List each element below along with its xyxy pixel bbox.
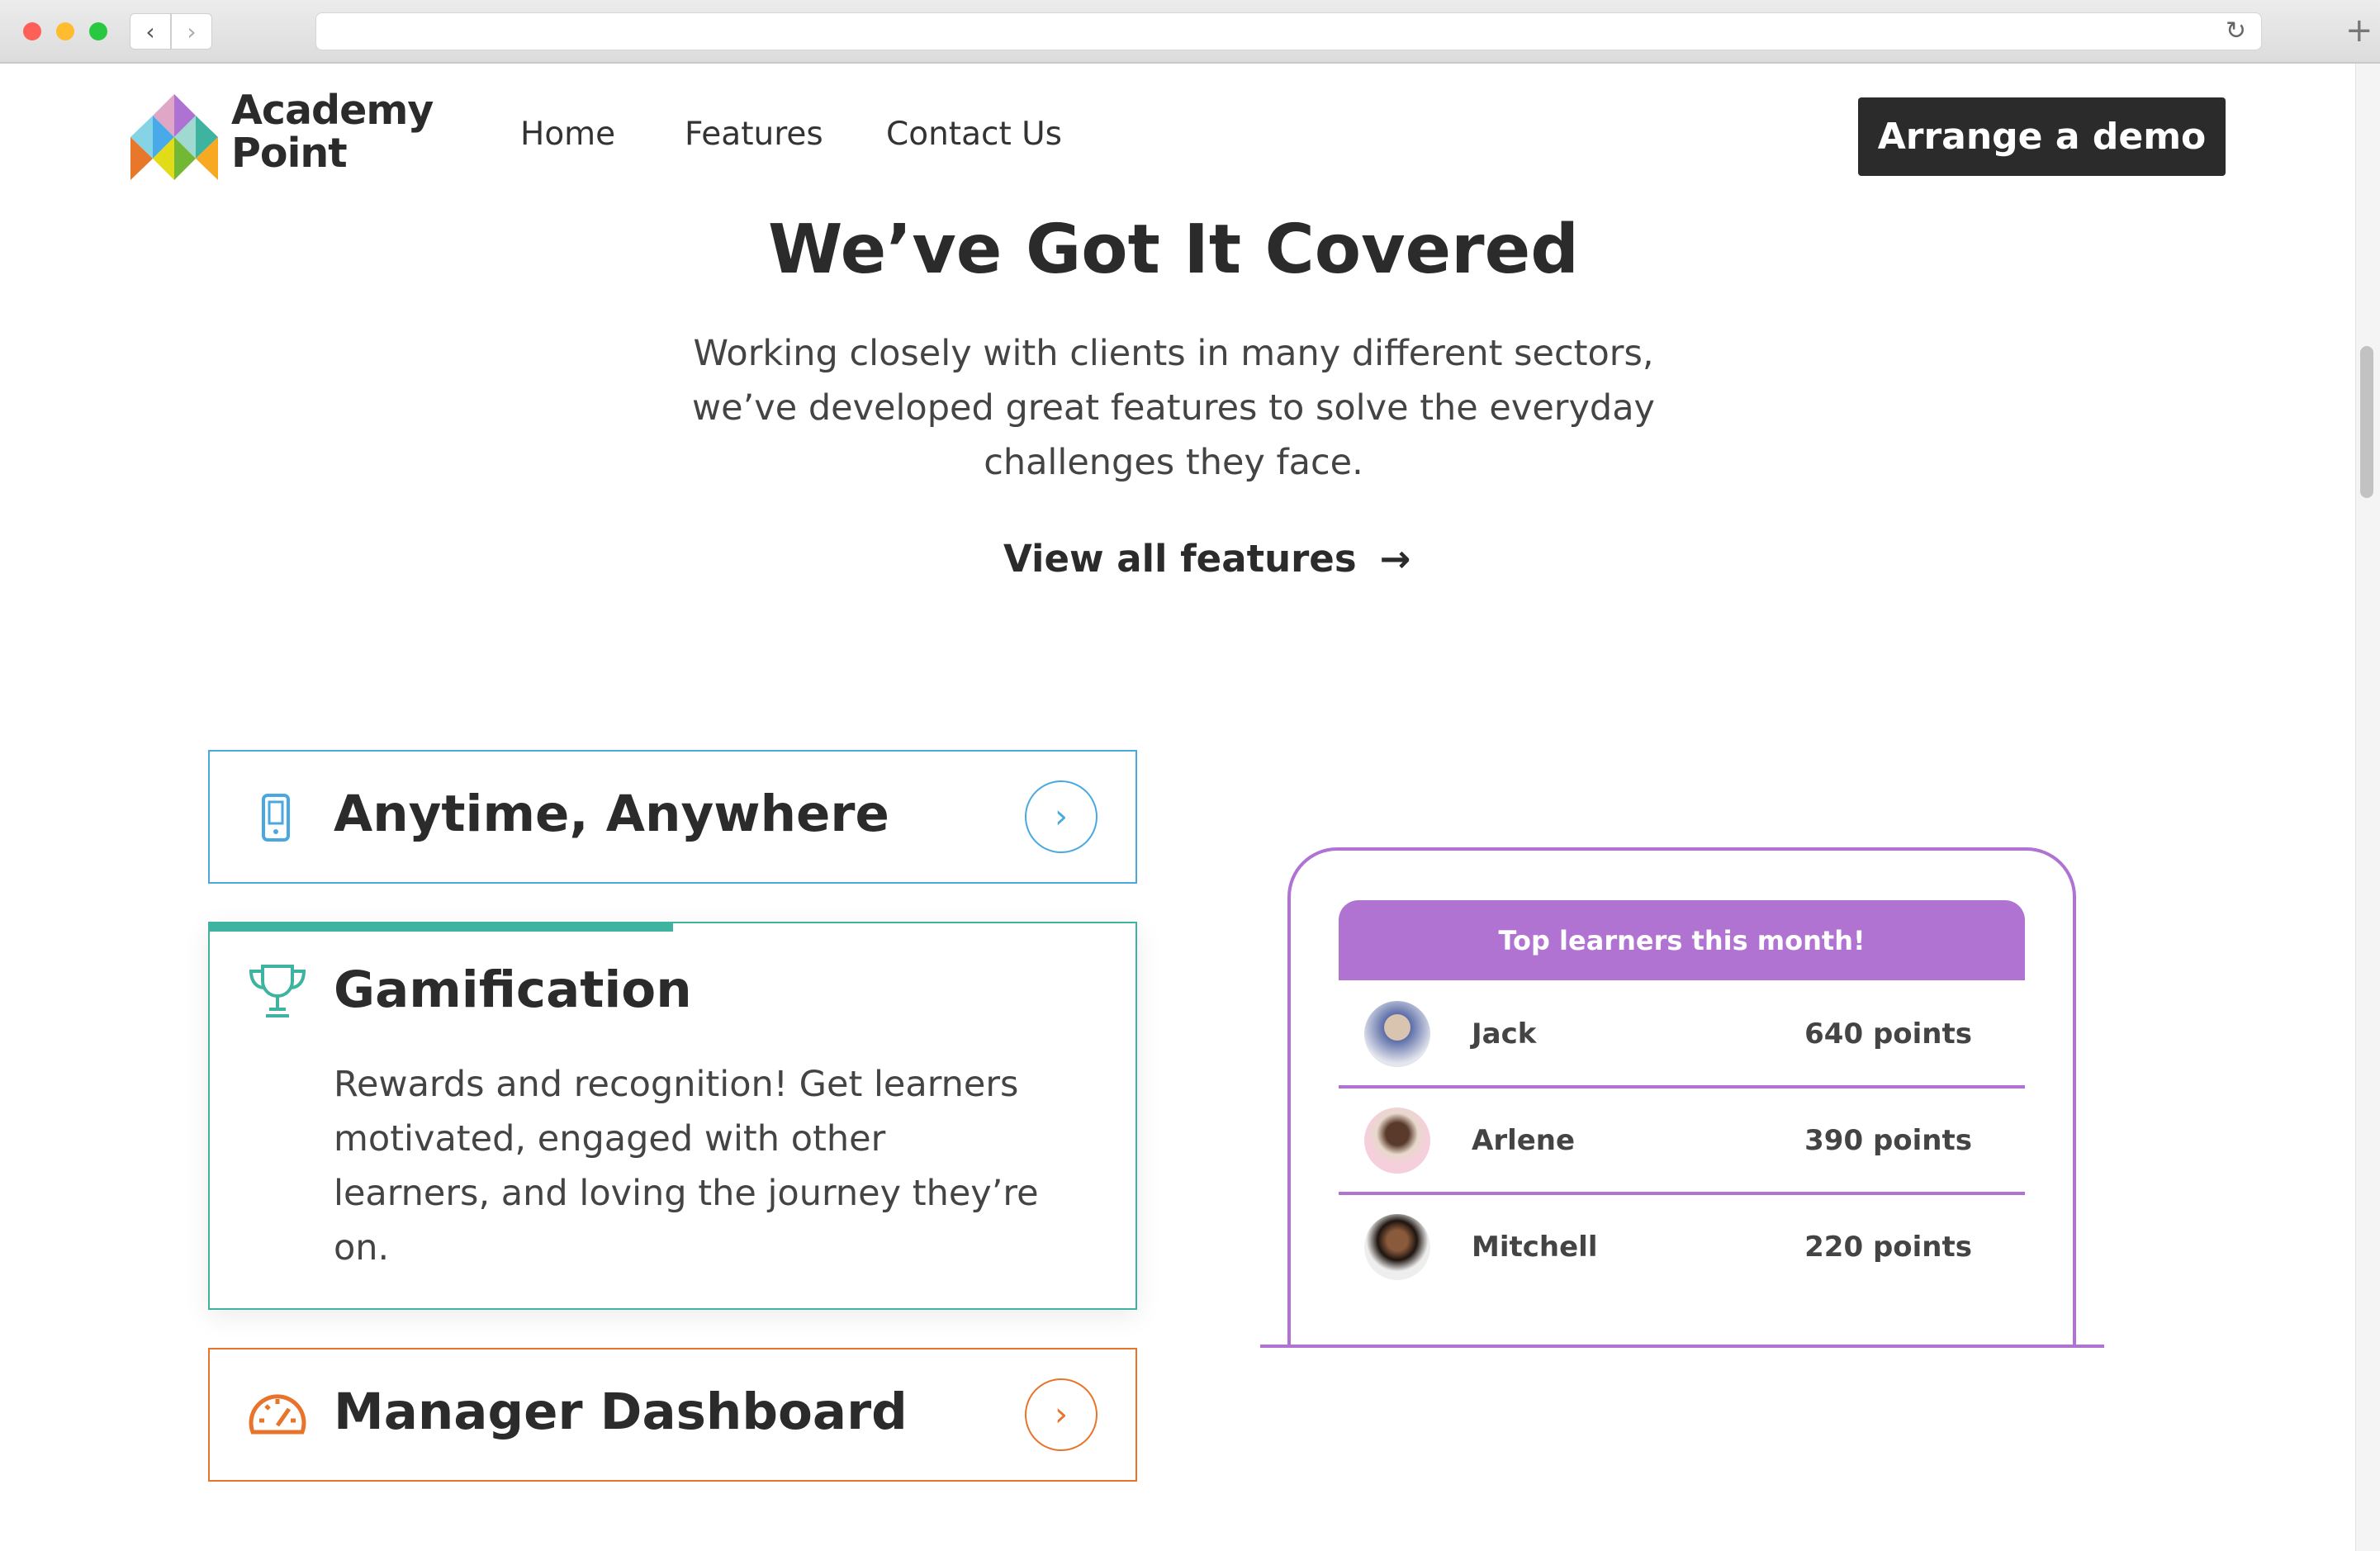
- arrow-right-icon: →: [1380, 537, 1411, 581]
- trophy-icon: [248, 963, 307, 1019]
- back-button[interactable]: ‹: [130, 13, 171, 50]
- leaderboard-title: Top learners this month!: [1339, 900, 2025, 980]
- learner-points: 640 points: [1804, 1017, 1972, 1051]
- learner-name: Mitchell: [1472, 1231, 1597, 1264]
- logo-text-line1: Academy: [231, 89, 429, 132]
- nav-home[interactable]: Home: [520, 116, 615, 153]
- page-title: We’ve Got It Covered: [0, 211, 2347, 289]
- arrange-demo-button[interactable]: Arrange a demo: [1858, 97, 2226, 176]
- chevron-right-icon[interactable]: ›: [1025, 1378, 1098, 1451]
- hero-description: Working closely with clients in many dif…: [637, 326, 1710, 490]
- leaderboard-baseline: [1260, 1345, 2104, 1348]
- learner-name: Arlene: [1472, 1124, 1575, 1157]
- scrollbar[interactable]: [2355, 64, 2380, 1551]
- leaderboard-row: Jack 640 points: [1339, 980, 2025, 1087]
- phone-icon: [261, 793, 291, 842]
- address-bar[interactable]: ↻: [315, 12, 2262, 50]
- zoom-window-button[interactable]: [89, 22, 107, 40]
- avatar: [1364, 1214, 1430, 1280]
- chevron-right-icon[interactable]: ›: [1025, 780, 1098, 853]
- feature-card-gamification[interactable]: Gamification Rewards and recognition! Ge…: [208, 922, 1137, 1310]
- close-window-button[interactable]: [23, 22, 41, 40]
- reload-icon[interactable]: ↻: [2226, 17, 2246, 45]
- feature-progress-bar: [210, 923, 673, 932]
- view-all-features-link[interactable]: View all features →: [1003, 537, 1410, 581]
- learner-points: 220 points: [1804, 1231, 1972, 1264]
- leaderboard-row: Arlene 390 points: [1339, 1087, 2025, 1193]
- logo[interactable]: Academy Point: [130, 94, 218, 183]
- feature-title: Anytime, Anywhere: [334, 785, 889, 843]
- nav-features[interactable]: Features: [685, 116, 823, 153]
- new-tab-button[interactable]: +: [2345, 12, 2373, 50]
- forward-button[interactable]: ›: [171, 13, 212, 50]
- feature-card-anytime-anywhere[interactable]: Anytime, Anywhere ›: [208, 750, 1137, 884]
- scrollbar-thumb[interactable]: [2360, 346, 2373, 498]
- avatar: [1364, 1108, 1430, 1174]
- learner-points: 390 points: [1804, 1124, 1972, 1157]
- nav-contact-us[interactable]: Contact Us: [886, 116, 1062, 153]
- feature-card-manager-dashboard[interactable]: Manager Dashboard ›: [208, 1348, 1137, 1482]
- feature-title: Gamification: [334, 960, 692, 1019]
- browser-toolbar: ‹ › ↻ +: [0, 0, 2380, 64]
- logo-mark-icon: [130, 94, 218, 180]
- avatar: [1364, 1001, 1430, 1067]
- learner-name: Jack: [1472, 1017, 1536, 1051]
- view-all-features-label: View all features: [1003, 537, 1357, 581]
- minimize-window-button[interactable]: [56, 22, 74, 40]
- gauge-icon: [248, 1391, 307, 1437]
- feature-title: Manager Dashboard: [334, 1383, 908, 1441]
- leaderboard-row: Mitchell 220 points: [1339, 1193, 2025, 1300]
- logo-text-line2: Point: [231, 132, 429, 175]
- feature-description: Rewards and recognition! Get learners mo…: [334, 1057, 1044, 1275]
